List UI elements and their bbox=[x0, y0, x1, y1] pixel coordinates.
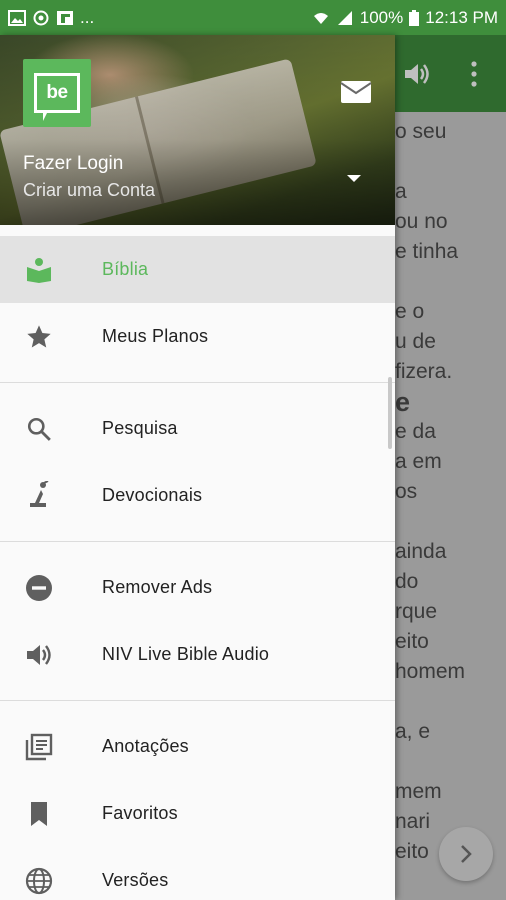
status-bar: ... 100% 12:13 PM bbox=[0, 0, 506, 35]
reader-line: e o bbox=[395, 300, 425, 323]
reader-line: do bbox=[395, 570, 419, 593]
menu-item-niv-live-audio[interactable]: NIV Live Bible Audio bbox=[0, 621, 395, 688]
reader-line: os bbox=[395, 480, 418, 503]
chevron-right-icon bbox=[461, 845, 472, 863]
speaker-icon bbox=[24, 640, 54, 670]
reader-line: e da bbox=[395, 420, 436, 443]
reader-line: rque bbox=[395, 600, 438, 623]
menu-item-remove-ads[interactable]: Remover Ads bbox=[0, 554, 395, 621]
login-link[interactable]: Fazer Login bbox=[23, 153, 123, 175]
signal-icon bbox=[337, 10, 352, 25]
menu-item-versions[interactable]: Versões bbox=[0, 847, 395, 900]
notes-icon bbox=[24, 732, 54, 762]
sync-notification-icon bbox=[33, 10, 49, 25]
navigation-drawer: be Fazer Login Criar uma Conta Bíblia Me… bbox=[0, 35, 395, 900]
reader-line: a bbox=[395, 180, 407, 203]
star-icon bbox=[24, 322, 54, 352]
menu-divider bbox=[0, 382, 395, 383]
reader-heading: e bbox=[395, 387, 411, 417]
bookmark-icon bbox=[24, 799, 54, 829]
reader-line bbox=[395, 507, 506, 537]
reader-line: homem bbox=[395, 660, 466, 683]
battery-icon bbox=[409, 9, 420, 26]
menu-item-bible[interactable]: Bíblia bbox=[0, 236, 395, 303]
image-notification-icon bbox=[8, 9, 26, 26]
menu-item-notes[interactable]: Anotações bbox=[0, 713, 395, 780]
next-chapter-button[interactable] bbox=[439, 827, 493, 881]
praying-person-icon bbox=[24, 481, 54, 511]
drawer-menu: Bíblia Meus Planos Pesquisa Devocionais bbox=[0, 236, 395, 900]
menu-divider bbox=[0, 541, 395, 542]
menu-divider bbox=[0, 700, 395, 701]
status-notifications: ... bbox=[8, 8, 94, 28]
menu-item-devotionals[interactable]: Devocionais bbox=[0, 462, 395, 529]
logo-text: be bbox=[34, 73, 80, 121]
globe-icon bbox=[24, 866, 54, 896]
reader-toolbar bbox=[395, 35, 506, 112]
reader-line: e tinha bbox=[395, 240, 459, 263]
reader-line bbox=[395, 687, 506, 717]
reader-line: fizera. bbox=[395, 360, 453, 383]
menu-item-favorites[interactable]: Favoritos bbox=[0, 780, 395, 847]
status-system: 100% 12:13 PM bbox=[312, 8, 498, 28]
reader-background: o seu a ou no e tinha e o u de fizera. e… bbox=[395, 35, 506, 900]
reader-text: o seu a ou no e tinha e o u de fizera. e… bbox=[395, 117, 506, 867]
reader-line: eito bbox=[395, 630, 429, 653]
reader-line: a, e bbox=[395, 720, 431, 743]
reader-line: mem bbox=[395, 780, 442, 803]
menu-item-label: NIV Live Bible Audio bbox=[102, 644, 270, 664]
menu-item-search[interactable]: Pesquisa bbox=[0, 395, 395, 462]
reader-line: ou no bbox=[395, 210, 448, 233]
battery-percent: 100% bbox=[359, 7, 404, 27]
flipboard-notification-icon bbox=[57, 10, 73, 25]
search-icon bbox=[24, 414, 54, 444]
reader-line: ainda bbox=[395, 540, 447, 563]
app-logo: be bbox=[23, 59, 91, 127]
drawer-header: be Fazer Login Criar uma Conta bbox=[0, 35, 395, 225]
reader-line bbox=[395, 747, 506, 777]
menu-item-label: Anotações bbox=[102, 736, 189, 756]
minus-circle-icon bbox=[24, 573, 54, 603]
menu-item-label: Meus Planos bbox=[102, 326, 209, 346]
menu-item-label: Bíblia bbox=[102, 259, 149, 279]
menu-item-my-plans[interactable]: Meus Planos bbox=[0, 303, 395, 370]
reader-line bbox=[395, 267, 506, 297]
create-account-link[interactable]: Criar uma Conta bbox=[23, 180, 155, 201]
more-options-icon[interactable] bbox=[469, 59, 479, 89]
menu-item-label: Devocionais bbox=[102, 485, 203, 505]
menu-item-label: Versões bbox=[102, 870, 169, 890]
wifi-icon bbox=[313, 12, 328, 24]
overflow-notifications: ... bbox=[80, 7, 95, 27]
bible-reading-icon bbox=[24, 255, 54, 285]
menu-item-label: Pesquisa bbox=[102, 418, 178, 438]
reader-line bbox=[395, 147, 506, 177]
menu-item-label: Favoritos bbox=[102, 803, 178, 823]
clock: 12:13 PM bbox=[425, 7, 498, 27]
menu-item-label: Remover Ads bbox=[102, 577, 213, 597]
account-dropdown-icon[interactable] bbox=[347, 175, 361, 182]
reader-line: u de bbox=[395, 330, 436, 353]
reader-line: a em bbox=[395, 450, 442, 473]
drawer-scrollbar[interactable] bbox=[388, 377, 392, 449]
audio-icon[interactable] bbox=[403, 61, 431, 87]
mail-icon[interactable] bbox=[340, 80, 372, 104]
reader-line: o seu bbox=[395, 120, 447, 143]
